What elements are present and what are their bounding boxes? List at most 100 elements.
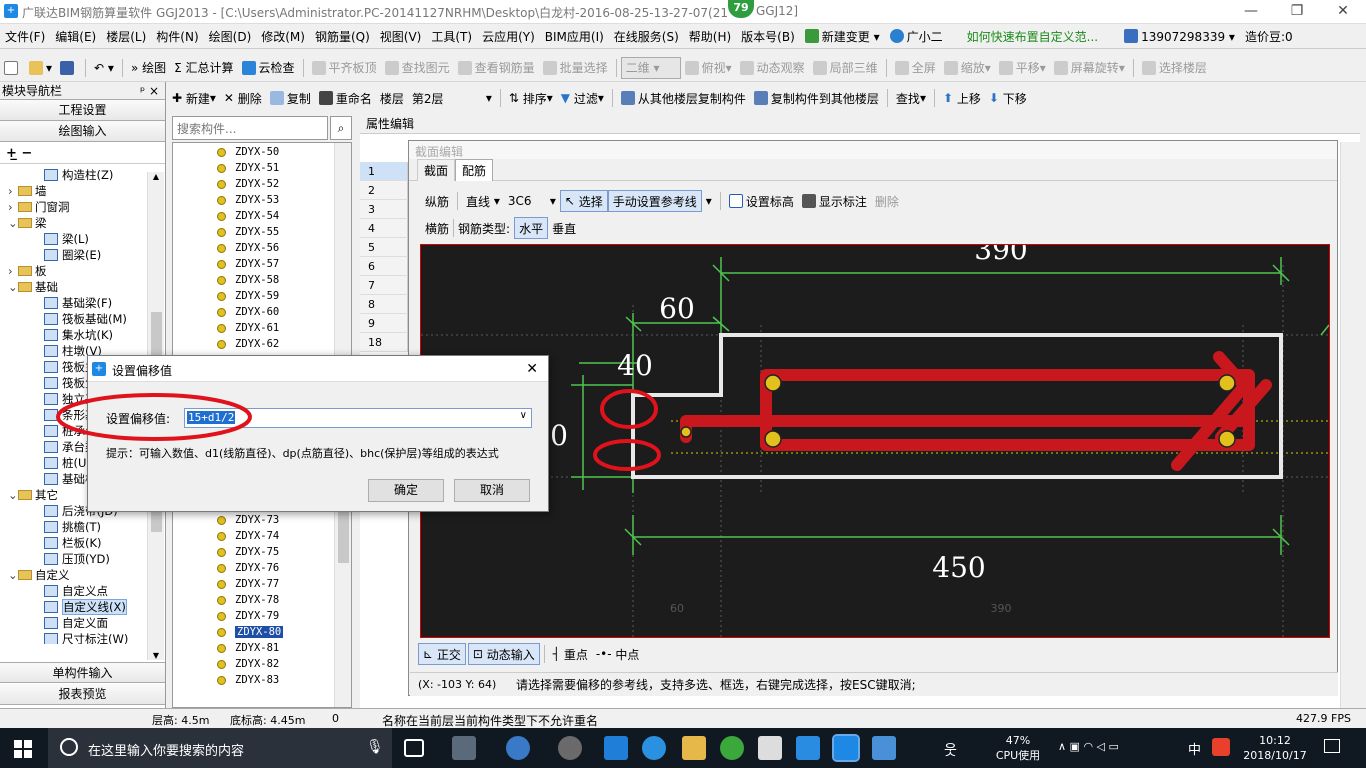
new-component-button[interactable]: ✚ 新建 ▾: [168, 87, 220, 109]
ok-button[interactable]: 确定: [368, 479, 444, 502]
select-floor-button[interactable]: 选择楼层: [1138, 57, 1211, 79]
copy-from-floor-button[interactable]: 从其他楼层复制构件: [617, 87, 750, 109]
component-list-item[interactable]: ZDYX-82: [173, 656, 351, 672]
ime-indicator[interactable]: 中: [1188, 739, 1201, 758]
guang-button[interactable]: 广小二: [885, 25, 948, 49]
chevron-right-icon[interactable]: ›: [8, 199, 18, 215]
menu-tools[interactable]: 工具(T): [426, 25, 477, 49]
component-list-item[interactable]: ZDYX-77: [173, 576, 351, 592]
view-mode-select[interactable]: 二维 ▾: [620, 56, 681, 79]
tree-item[interactable]: 尺寸标注(W): [0, 631, 165, 644]
chevron-down-icon[interactable]: ⌄: [8, 487, 18, 503]
component-list-item[interactable]: ZDYX-56: [173, 240, 351, 256]
project-settings-button[interactable]: 工程设置: [0, 100, 165, 121]
menu-modify[interactable]: 修改(M): [256, 25, 310, 49]
search-icon[interactable]: ⌕: [330, 116, 352, 140]
minimize-button[interactable]: —: [1228, 0, 1274, 22]
report-preview-button[interactable]: 报表预览: [0, 684, 165, 705]
floor-select[interactable]: 第2层 ▾: [408, 87, 496, 109]
notification-badge[interactable]: 79: [728, 0, 754, 18]
menu-bim[interactable]: BIM应用(I): [540, 25, 609, 49]
ortho-button[interactable]: ⊾ 正交: [418, 643, 466, 665]
component-list-item[interactable]: ZDYX-81: [173, 640, 351, 656]
tab-rebar[interactable]: 配筋: [455, 158, 494, 181]
component-list-item[interactable]: ZDYX-83: [173, 672, 351, 688]
tip-link[interactable]: 如何快速布置自定义范...: [962, 25, 1103, 49]
property-tab[interactable]: 属性编辑: [360, 112, 1360, 134]
tree-item[interactable]: 自定义面: [0, 615, 165, 631]
component-list-item[interactable]: ZDYX-55: [173, 224, 351, 240]
edge-icon[interactable]: [604, 736, 628, 760]
menu-file[interactable]: 文件(F): [0, 25, 50, 49]
horizontal-button[interactable]: 水平: [514, 217, 549, 239]
manual-reference-button[interactable]: 手动设置参考线: [607, 190, 702, 212]
properties-scrollbar[interactable]: [1340, 142, 1360, 708]
tree-item[interactable]: 挑檐(T): [0, 519, 165, 535]
tree-folder[interactable]: › 门窗洞: [0, 199, 165, 215]
tab-section[interactable]: 截面: [417, 158, 456, 181]
menu-online[interactable]: 在线服务(S): [609, 25, 684, 49]
draw-button[interactable]: » 绘图: [127, 57, 170, 79]
chevron-right-icon[interactable]: ›: [8, 183, 18, 199]
section-canvas[interactable]: 390 60 40 0 450 60 390: [420, 244, 1330, 638]
component-list-item[interactable]: ZDYX-60: [173, 304, 351, 320]
rotate-button[interactable]: 屏幕旋转 ▾: [1050, 57, 1129, 79]
menu-version[interactable]: 版本号(B): [736, 25, 800, 49]
tree-item[interactable]: 自定义点: [0, 583, 165, 599]
tree-folder[interactable]: ⌄ 梁: [0, 215, 165, 231]
g-app-icon[interactable]: [796, 736, 820, 760]
chevron-right-icon[interactable]: ›: [8, 263, 18, 279]
mail-icon[interactable]: [758, 736, 782, 760]
tree-item[interactable]: 压顶(YD): [0, 551, 165, 567]
close-button[interactable]: ✕: [1320, 0, 1366, 22]
zoom-button[interactable]: 缩放 ▾: [940, 57, 995, 79]
component-list-item[interactable]: ZDYX-58: [173, 272, 351, 288]
top-view-button[interactable]: 俯视 ▾: [681, 57, 736, 79]
component-list-item[interactable]: ZDYX-78: [173, 592, 351, 608]
tree-item[interactable]: 梁(L): [0, 231, 165, 247]
bar-spec-select[interactable]: 3C6 ▾: [504, 190, 560, 212]
vertical-button[interactable]: 垂直: [548, 217, 580, 239]
component-list-item[interactable]: ZDYX-51: [173, 160, 351, 176]
sort-button[interactable]: ⇅ 排序 ▾: [505, 87, 557, 109]
menu-view[interactable]: 视图(V): [375, 25, 427, 49]
notification-icon[interactable]: [1324, 739, 1340, 753]
component-list-item[interactable]: ZDYX-52: [173, 176, 351, 192]
property-row-number[interactable]: 4: [360, 219, 408, 238]
line-type-select[interactable]: 直线 ▾: [462, 190, 504, 212]
cloud-check-button[interactable]: 云检查: [238, 57, 299, 79]
chevron-down-icon[interactable]: ⌄: [8, 567, 18, 583]
move-up-button[interactable]: ⬆ 上移: [939, 87, 985, 109]
set-elevation-button[interactable]: 设置标高: [725, 190, 798, 212]
component-list-item[interactable]: ZDYX-62: [173, 336, 351, 352]
single-input-button[interactable]: 单构件输入: [0, 662, 165, 683]
tree-folder[interactable]: ⌄ 自定义: [0, 567, 165, 583]
price-beans[interactable]: 造价豆:0: [1240, 25, 1298, 49]
component-list-item[interactable]: ZDYX-61: [173, 320, 351, 336]
property-row-number[interactable]: 8: [360, 295, 408, 314]
search-button[interactable]: 查找 ▾: [892, 87, 930, 109]
pan-button[interactable]: 平移 ▾: [995, 57, 1050, 79]
batch-select-button[interactable]: 批量选择: [539, 57, 612, 79]
sogou-icon[interactable]: [1212, 738, 1230, 756]
browser-swirl-icon[interactable]: [558, 736, 582, 760]
component-list-item[interactable]: ZDYX-76: [173, 560, 351, 576]
menu-help[interactable]: 帮助(H): [684, 25, 736, 49]
menu-component[interactable]: 构件(N): [151, 25, 203, 49]
open-folder-icon[interactable]: ▾: [25, 57, 56, 79]
component-list-item[interactable]: ZDYX-54: [173, 208, 351, 224]
windows-start-icon[interactable]: [14, 740, 32, 758]
midpoint-snap[interactable]: -•- 中点: [592, 643, 644, 665]
copy-to-floor-button[interactable]: 复制构件到其他楼层: [750, 87, 883, 109]
property-row-number[interactable]: 5: [360, 238, 408, 257]
tree-item[interactable]: 集水坑(K): [0, 327, 165, 343]
property-row-number[interactable]: 2: [360, 181, 408, 200]
component-list-item[interactable]: ZDYX-80: [173, 624, 351, 640]
filter-button[interactable]: ▼ 过滤 ▾: [557, 87, 608, 109]
expand-collapse-icon[interactable]: +̲ −: [0, 142, 165, 164]
dynamic-input-button[interactable]: ⊡ 动态输入: [467, 643, 540, 665]
fan-app-icon[interactable]: [452, 736, 476, 760]
ie-e-icon[interactable]: [506, 736, 530, 760]
fullscreen-button[interactable]: 全屏: [891, 57, 940, 79]
user-phone[interactable]: 13907298339 ▾: [1119, 25, 1240, 49]
